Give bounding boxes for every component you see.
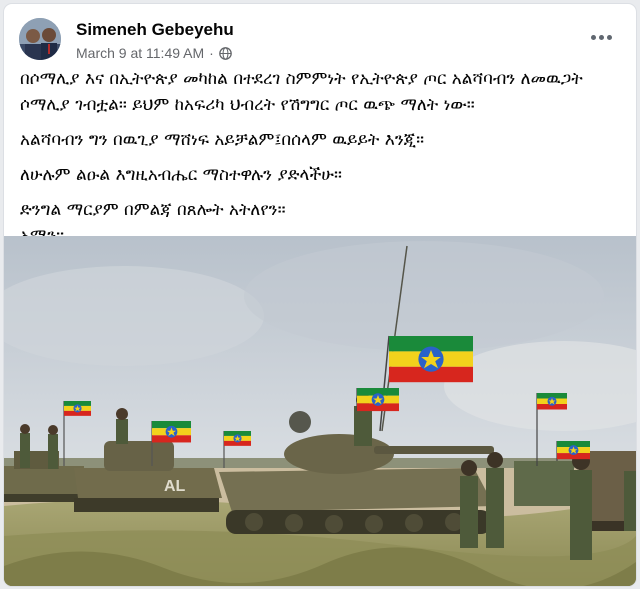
military-scene-image: AL xyxy=(4,236,636,586)
flag-main-tank xyxy=(389,336,473,383)
post-text: በሶማሊያ እና በኢትዮጵያ መካከል በተደረገ ስምምነት የኢትዮጵያ … xyxy=(20,66,625,249)
post-header: Simeneh Gebeyehu March 9 at 11:49 AM · xyxy=(4,4,636,66)
post-paragraph: ድንግል ማርያም በምልጃ በጸሎት አትለየን። xyxy=(20,200,286,220)
author-avatar[interactable] xyxy=(19,18,61,60)
post-paragraph: ለሁሉም ልዑል እግዚአብሔር ማስተዋሉን ያድላችሁ። xyxy=(20,165,342,185)
post-card: Simeneh Gebeyehu March 9 at 11:49 AM · በ… xyxy=(4,4,636,586)
flag-right-low xyxy=(557,441,590,460)
flag-turret xyxy=(357,388,399,412)
post-timestamp[interactable]: March 9 at 11:49 AM xyxy=(76,45,204,61)
flag-al-tank xyxy=(152,421,191,443)
post-paragraph: አልሻባብን ግን በዉጊያ ማሸነፍ አይቻልም፤በሰላም ዉይይት እንጂ። xyxy=(20,130,425,150)
flag-right xyxy=(537,393,567,410)
more-options-icon[interactable] xyxy=(586,30,616,44)
post-paragraph: በሶማሊያ እና በኢትዮጵያ መካከል በተደረገ ስምምነት የኢትዮጵያ … xyxy=(20,69,583,115)
flag-small-left xyxy=(64,401,91,416)
author-name[interactable]: Simeneh Gebeyehu xyxy=(76,20,234,40)
meta-separator: · xyxy=(209,45,214,61)
post-photo[interactable]: AL xyxy=(4,236,636,586)
flag-mid xyxy=(224,431,251,446)
post-meta: March 9 at 11:49 AM · xyxy=(76,45,232,61)
globe-icon[interactable] xyxy=(218,46,232,60)
tank-marking: AL xyxy=(164,478,186,495)
